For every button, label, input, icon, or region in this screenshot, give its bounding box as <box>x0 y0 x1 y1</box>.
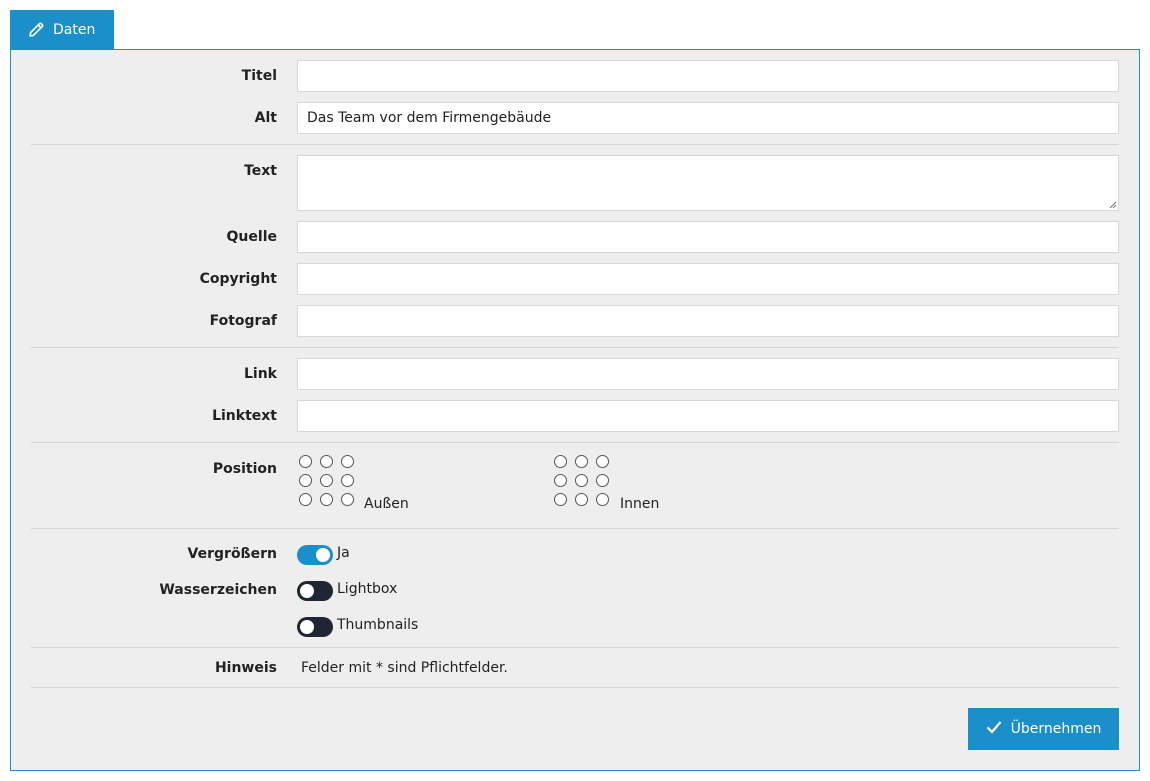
position-radio-outer[interactable] <box>320 493 333 506</box>
position-radio-inner[interactable] <box>596 493 609 506</box>
wasserzeichen-label: Wasserzeichen <box>159 582 277 598</box>
copyright-label: Copyright <box>199 271 277 287</box>
quelle-input[interactable] <box>297 221 1119 253</box>
position-radio-inner[interactable] <box>554 493 567 506</box>
position-radio-inner[interactable] <box>596 474 609 487</box>
position-label: Position <box>212 461 277 477</box>
fotograf-input[interactable] <box>297 305 1119 337</box>
toggle-thumbnails[interactable] <box>297 617 333 637</box>
toggle-ja-label: Ja <box>337 545 350 561</box>
titel-label: Titel <box>241 68 277 84</box>
link-input[interactable] <box>297 358 1119 390</box>
hinweis-label: Hinweis <box>214 660 277 676</box>
position-radio-inner[interactable] <box>575 455 588 468</box>
position-radio-outer[interactable] <box>341 493 354 506</box>
hinweis-text: Felder mit * sind Pflichtfelder. <box>301 660 508 676</box>
position-outer-label: Außen <box>364 496 409 512</box>
link-label: Link <box>244 366 277 382</box>
position-radio-inner[interactable] <box>596 455 609 468</box>
divider <box>31 647 1119 648</box>
alt-value: Das Team vor dem Firmengebäude <box>307 110 552 126</box>
divider <box>31 687 1119 688</box>
toggle-lightbox-label: Lightbox <box>337 581 398 597</box>
text-textarea[interactable] <box>297 155 1119 211</box>
position-radio-outer[interactable] <box>320 474 333 487</box>
position-radio-inner[interactable] <box>554 474 567 487</box>
fotograf-label: Fotograf <box>209 313 277 329</box>
titel-input[interactable] <box>297 60 1119 92</box>
tab-daten[interactable]: Daten <box>10 10 114 50</box>
form-panel: Titel Alt Das Team vor dem Firmengebäude… <box>10 49 1140 771</box>
divider <box>31 347 1119 348</box>
text-label: Text <box>244 163 277 179</box>
position-inner-label: Innen <box>620 496 660 512</box>
divider <box>31 144 1119 145</box>
linktext-input[interactable] <box>297 400 1119 432</box>
divider <box>31 528 1119 529</box>
alt-label: Alt <box>254 110 277 126</box>
submit-label: Übernehmen <box>1010 721 1102 737</box>
toggle-thumbnails-label: Thumbnails <box>337 617 419 633</box>
position-radio-outer[interactable] <box>299 493 312 506</box>
copyright-input[interactable] <box>297 263 1119 295</box>
submit-button[interactable]: Übernehmen <box>968 708 1119 750</box>
alt-input[interactable]: Das Team vor dem Firmengebäude <box>297 102 1119 134</box>
position-radio-inner[interactable] <box>575 493 588 506</box>
quelle-label: Quelle <box>226 229 277 245</box>
vergroessern-label: Vergrößern <box>187 546 277 562</box>
toggle-lightbox[interactable] <box>297 581 333 601</box>
divider <box>31 442 1119 443</box>
check-icon <box>986 720 1002 738</box>
position-radio-outer[interactable] <box>299 455 312 468</box>
position-radio-inner[interactable] <box>575 474 588 487</box>
position-radio-outer[interactable] <box>299 474 312 487</box>
position-radio-outer[interactable] <box>320 455 333 468</box>
position-radio-outer[interactable] <box>341 455 354 468</box>
toggle-ja[interactable] <box>297 545 333 565</box>
position-radio-outer[interactable] <box>341 474 354 487</box>
pencil-icon <box>27 21 45 39</box>
position-radio-inner[interactable] <box>554 455 567 468</box>
tab-label: Daten <box>53 22 96 38</box>
resize-handle-icon[interactable] <box>1109 201 1117 209</box>
linktext-label: Linktext <box>212 408 277 424</box>
